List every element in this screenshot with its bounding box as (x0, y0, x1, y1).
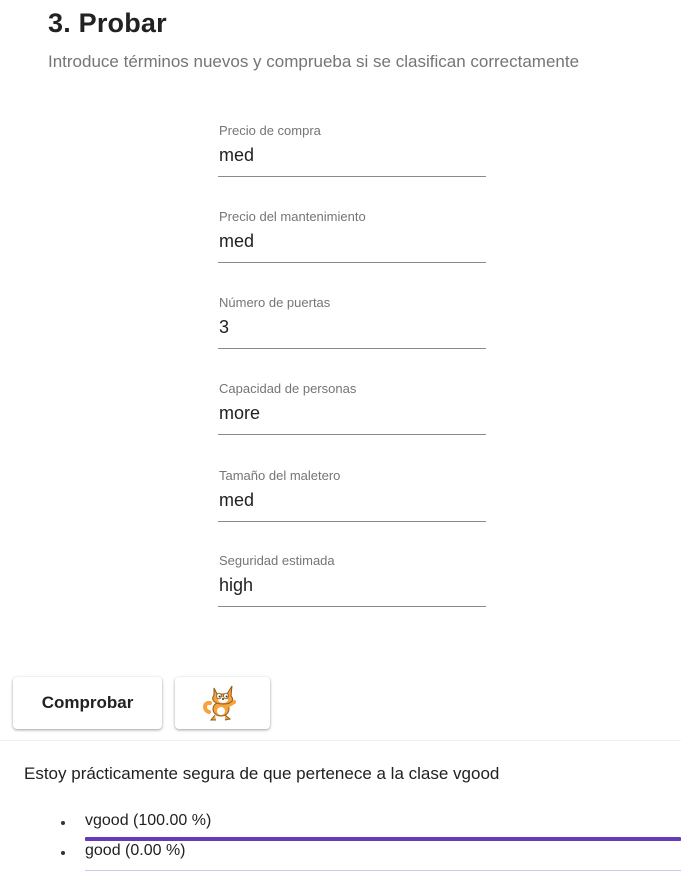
field-underline (218, 262, 486, 263)
divider (0, 740, 681, 741)
probability-bar (85, 867, 681, 871)
field-underline (218, 606, 486, 607)
field-maintenance-price: Precio del mantenimiento (218, 209, 486, 271)
section-title: 3. Probar (48, 8, 167, 38)
field-label: Seguridad estimada (219, 553, 335, 568)
scratch-cat-icon (201, 682, 245, 725)
field-underline (218, 521, 486, 522)
field-trunk-size: Tamaño del maletero (218, 468, 486, 530)
bullet (61, 821, 65, 825)
field-label: Número de puertas (219, 295, 331, 310)
doors-input[interactable] (218, 313, 486, 341)
check-button-label: Comprobar (41, 693, 134, 712)
safety-input[interactable] (218, 571, 486, 599)
purchase-price-input[interactable] (218, 141, 486, 169)
probability-label: vgood (100.00 %) (85, 812, 212, 829)
field-safety: Seguridad estimada (218, 553, 486, 615)
field-doors: Número de puertas (218, 295, 486, 357)
field-underline (218, 434, 486, 435)
persons-input[interactable] (218, 399, 486, 427)
field-underline (218, 348, 486, 349)
field-label: Capacidad de personas (219, 381, 357, 396)
probability-bar-track (85, 870, 681, 871)
bullet (61, 851, 65, 855)
list-item: good (0.00 %) (0, 842, 681, 872)
probability-bar-fill (85, 837, 681, 841)
field-label: Precio de compra (219, 123, 321, 138)
section-subtitle: Introduce términos nuevos y comprueba si… (48, 52, 580, 71)
list-item: vgood (100.00 %) (0, 812, 681, 842)
field-label: Precio del mantenimiento (219, 209, 366, 224)
trunk-size-input[interactable] (218, 486, 486, 514)
scratch-button[interactable] (175, 677, 270, 729)
result-message: Estoy prácticamente segura de que perten… (24, 764, 500, 783)
field-persons: Capacidad de personas (218, 381, 486, 443)
probability-label: good (0.00 %) (85, 842, 186, 859)
probability-list: vgood (100.00 %) good (0.00 %) (0, 812, 681, 872)
probability-bar (85, 837, 681, 841)
check-button[interactable]: Comprobar (13, 677, 162, 729)
field-underline (218, 176, 486, 177)
field-purchase-price: Precio de compra (218, 123, 486, 185)
maintenance-price-input[interactable] (218, 227, 486, 255)
field-label: Tamaño del maletero (219, 468, 341, 483)
